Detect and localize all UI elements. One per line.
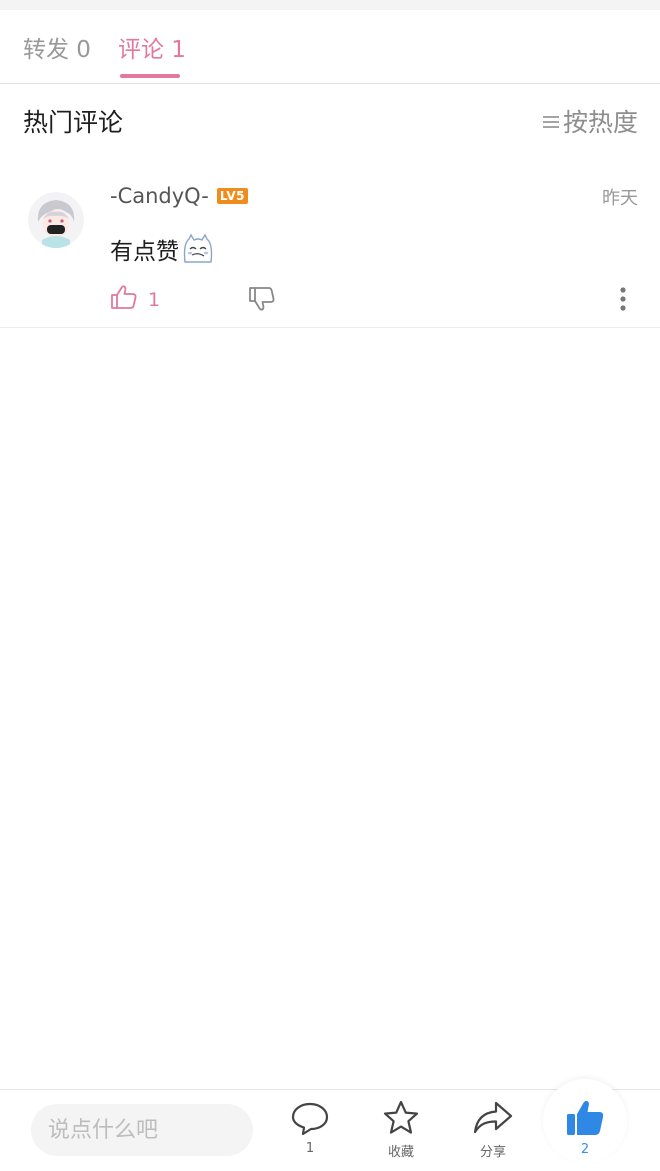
comment-content: 有点赞 [110,232,215,266]
tab-bar: 转发 0 评论 1 [0,10,660,84]
comment-item: -CandyQ- LV5 昨天 有点赞 1 [0,170,660,328]
comment-bubble-icon [291,1102,329,1136]
tab-comments[interactable]: 评论 1 [118,30,186,64]
post-like-button[interactable]: 2 [543,1079,627,1163]
thumb-down-icon [249,287,275,311]
share-arrow-icon [473,1101,513,1134]
comment-action-count: 1 [305,1141,315,1156]
emoji-icon [183,233,213,263]
comment-dislike-button[interactable] [248,286,276,316]
share-label: 分享 [479,1145,506,1160]
tab-repost[interactable]: 转发 0 [23,30,91,64]
comment-like-count: 1 [148,289,161,311]
level-badge: LV5 [216,188,249,204]
avatar[interactable] [28,192,84,248]
tab-active-indicator [120,74,180,78]
sort-icon [542,116,559,128]
favorite-label: 收藏 [387,1145,414,1160]
thumb-up-filled-icon [567,1100,604,1135]
sort-label: 按热度 [562,108,638,137]
thumb-up-icon [111,285,137,309]
username-text: -CandyQ- [110,184,209,208]
comment-time: 昨天 [602,188,638,209]
favorite-button[interactable]: 收藏 [366,1100,436,1160]
section-title: 热门评论 [23,108,124,137]
bottom-action-bar: 1 收藏 分享 2 [0,1079,660,1171]
share-button[interactable]: 分享 [458,1100,528,1160]
comment-input[interactable] [31,1104,253,1156]
post-like-count: 2 [580,1142,590,1157]
comment-input-container [31,1104,253,1156]
sort-button[interactable]: 按热度 [542,103,638,139]
more-vertical-icon [620,287,626,311]
comment-action-button[interactable]: 1 [275,1100,345,1156]
comment-text: 有点赞 [110,239,179,265]
comment-like-button[interactable]: 1 [110,283,160,311]
comment-username[interactable]: -CandyQ- LV5 [110,184,249,208]
status-strip [0,0,660,10]
comment-more-button[interactable] [612,284,634,314]
star-icon [383,1100,419,1134]
avatar-image [28,192,84,248]
